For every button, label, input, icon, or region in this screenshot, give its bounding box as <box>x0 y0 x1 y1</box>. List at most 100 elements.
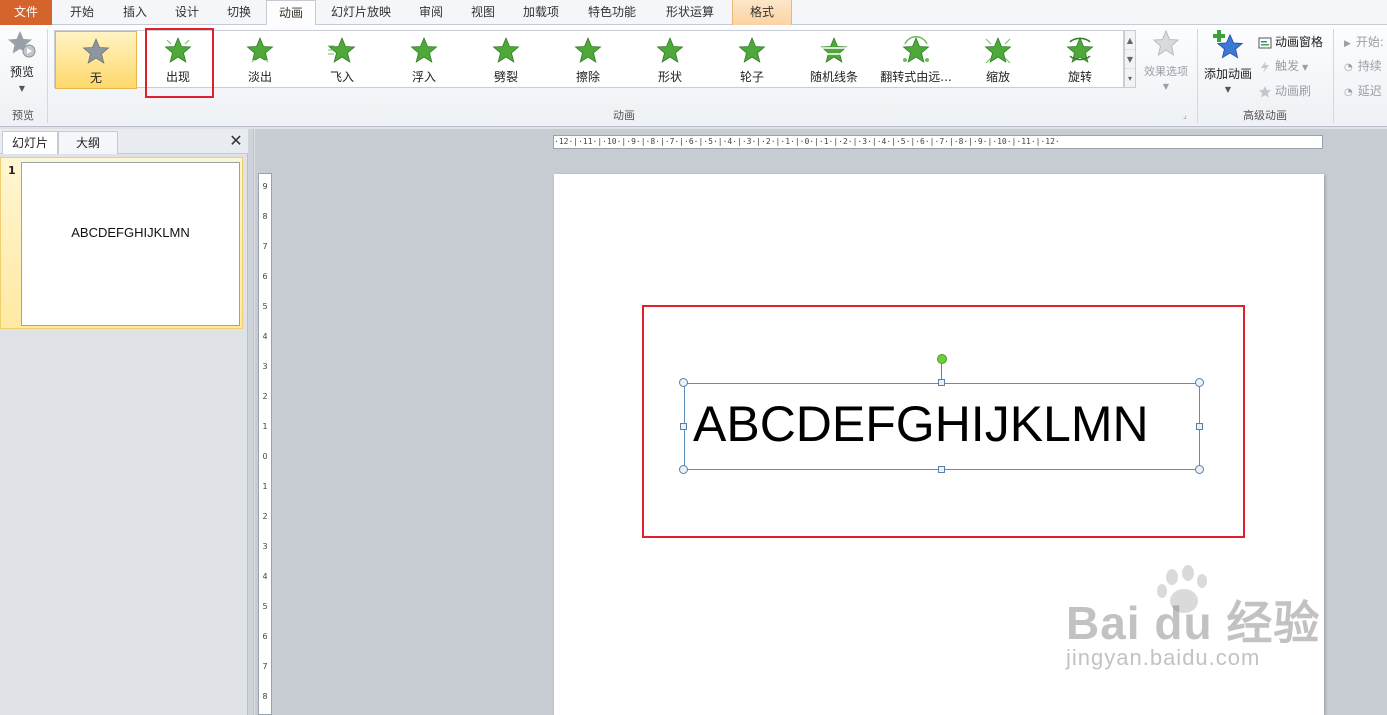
animation-label: 浮入 <box>411 70 436 84</box>
effect-options-button[interactable]: 效果选项 ▼ <box>1140 29 1192 99</box>
gallery-scroll[interactable]: ▲ ▼ ▾ <box>1124 30 1136 88</box>
animation-label: 旋转 <box>1067 70 1092 84</box>
vertical-ruler-label: 2 <box>262 512 268 521</box>
add-animation-button[interactable]: 添加动画 ▼ <box>1201 29 1255 101</box>
vertical-ruler-label: 1 <box>262 422 268 431</box>
clock-icon: ◔ <box>1344 87 1353 98</box>
animation-swivel[interactable]: 旋转 <box>1039 31 1121 89</box>
vertical-ruler-label: 6 <box>262 272 268 281</box>
horizontal-ruler[interactable]: ·12·|·11·|·10·|·9·|·8·|·7·|·6·|·5·|·4·|·… <box>553 135 1323 149</box>
animation-pane-button[interactable]: 动画窗格 <box>1258 33 1323 50</box>
animation-wipe[interactable]: 擦除 <box>547 31 629 89</box>
tab-shape-ops[interactable]: 形状运算 <box>652 0 728 25</box>
vertical-ruler[interactable]: 9 8 7 6 5 4 3 2 1 0 1 2 3 4 5 6 7 8 <box>258 173 272 715</box>
tab-home[interactable]: 开始 <box>56 0 108 25</box>
vertical-ruler-label: 9 <box>262 182 268 191</box>
panel-tabs: 幻灯片 大纲 ✕ <box>0 129 248 154</box>
watermark: Bai du 经验 jingyan.baidu.com <box>1062 565 1322 685</box>
animation-split[interactable]: 劈裂 <box>465 31 547 89</box>
vertical-ruler-label: 5 <box>262 302 268 311</box>
trigger-lightning-icon <box>1261 60 1269 73</box>
animation-star-icon <box>82 37 110 64</box>
trigger-dropdown-icon[interactable]: ▼ <box>1302 63 1308 72</box>
tab-animations[interactable]: 动画 <box>266 0 316 26</box>
vertical-ruler-label: 0 <box>262 452 268 461</box>
gallery-scroll-up-icon[interactable]: ▲ <box>1125 31 1135 50</box>
animation-wheel[interactable]: 轮子 <box>711 31 793 89</box>
animation-none[interactable]: 无 <box>55 31 137 89</box>
watermark-sub: jingyan.baidu.com <box>1066 645 1261 670</box>
preview-dropdown-icon[interactable]: ▼ <box>3 84 41 93</box>
slides-panel: 幻灯片 大纲 ✕ 1 ABCDEFGHIJKLMN <box>0 129 248 715</box>
animation-painter-button[interactable]: 动画刷 <box>1258 82 1311 99</box>
timing-start[interactable]: ▶ 开始: <box>1344 33 1384 50</box>
slide-thumbnail[interactable]: ABCDEFGHIJKLMN <box>21 162 240 326</box>
effect-options-dropdown-icon[interactable]: ▼ <box>1140 82 1192 91</box>
add-animation-dropdown-icon[interactable]: ▼ <box>1201 85 1255 94</box>
tab-file[interactable]: 文件 <box>0 0 52 25</box>
timing-delay-label: 延迟 <box>1357 84 1382 98</box>
animation-star-icon <box>984 36 1012 64</box>
tab-insert[interactable]: 插入 <box>110 0 160 25</box>
tab-slideshow[interactable]: 幻灯片放映 <box>318 0 404 25</box>
group-label-advanced: 高级动画 <box>1243 109 1287 122</box>
timing-delay[interactable]: ◔ 延迟 <box>1344 82 1382 99</box>
group-launcher-icon[interactable]: ⌟ <box>1183 111 1187 120</box>
animation-pane-icon <box>1258 37 1272 48</box>
animation-star-icon <box>656 36 684 63</box>
preview-button[interactable]: 预览 ▼ <box>3 29 41 99</box>
timing-start-label: 开始: <box>1355 35 1384 49</box>
animation-shape[interactable]: 形状 <box>629 31 711 89</box>
animation-label: 形状 <box>657 70 682 84</box>
preview-star-icon <box>8 31 36 58</box>
group-label-preview: 预览 <box>12 109 34 122</box>
tab-transitions[interactable]: 切换 <box>214 0 264 25</box>
gallery-more-icon[interactable]: ▾ <box>1125 69 1135 88</box>
vertical-ruler-label: 3 <box>262 542 268 551</box>
vertical-ruler-label: 7 <box>262 662 268 671</box>
animation-fly-in[interactable]: 飞入 <box>301 31 383 89</box>
tab-review[interactable]: 审阅 <box>406 0 456 25</box>
animation-label: 无 <box>89 71 102 85</box>
tab-view[interactable]: 视图 <box>458 0 508 25</box>
animation-label: 飞入 <box>329 70 354 84</box>
animation-grow-turn[interactable]: 翻转式由远... <box>875 31 957 89</box>
animation-label: 擦除 <box>575 70 600 84</box>
tab-design[interactable]: 设计 <box>162 0 212 25</box>
animation-star-icon <box>1066 36 1094 63</box>
vertical-ruler-label: 2 <box>262 392 268 401</box>
animation-zoom[interactable]: 缩放 <box>957 31 1039 89</box>
tab-features[interactable]: 特色功能 <box>576 0 648 25</box>
highlight-textbox <box>642 305 1245 538</box>
panel-splitter[interactable] <box>248 129 254 715</box>
watermark-main: Bai du 经验 <box>1066 597 1321 649</box>
animation-label: 随机线条 <box>809 70 858 84</box>
animation-fade[interactable]: 淡出 <box>219 31 301 89</box>
slide-thumbnail-row[interactable]: 1 ABCDEFGHIJKLMN <box>0 157 243 329</box>
animation-star-icon <box>902 36 930 63</box>
animation-label: 轮子 <box>739 70 764 84</box>
tab-addins[interactable]: 加载项 <box>510 0 572 25</box>
animation-star-icon <box>574 36 602 63</box>
animation-float-in[interactable]: 浮入 <box>383 31 465 89</box>
tab-slides[interactable]: 幻灯片 <box>2 131 58 154</box>
animation-painter-star-icon <box>1259 85 1271 97</box>
tab-format[interactable]: 格式 <box>732 0 792 25</box>
preview-label: 预览 <box>9 65 34 79</box>
trigger-button[interactable]: 触发 ▼ <box>1258 57 1308 74</box>
animation-label: 淡出 <box>247 70 272 84</box>
vertical-ruler-label: 5 <box>262 602 268 611</box>
vertical-ruler-label: 8 <box>262 692 268 701</box>
trigger-label: 触发 <box>1275 59 1300 73</box>
close-icon[interactable]: ✕ <box>228 132 244 150</box>
timing-duration[interactable]: ◔ 持续 <box>1344 57 1382 74</box>
tab-outline[interactable]: 大纲 <box>58 131 118 154</box>
timing-duration-label: 持续 <box>1357 59 1382 73</box>
vertical-ruler-label: 6 <box>262 632 268 641</box>
gallery-scroll-down-icon[interactable]: ▼ <box>1125 50 1135 69</box>
animation-random-bars[interactable]: 随机线条 <box>793 31 875 89</box>
animation-star-icon <box>246 36 274 64</box>
vertical-ruler-label: 8 <box>262 212 268 221</box>
vertical-ruler-label: 4 <box>262 332 268 341</box>
effect-options-label: 效果选项 <box>1144 65 1188 78</box>
